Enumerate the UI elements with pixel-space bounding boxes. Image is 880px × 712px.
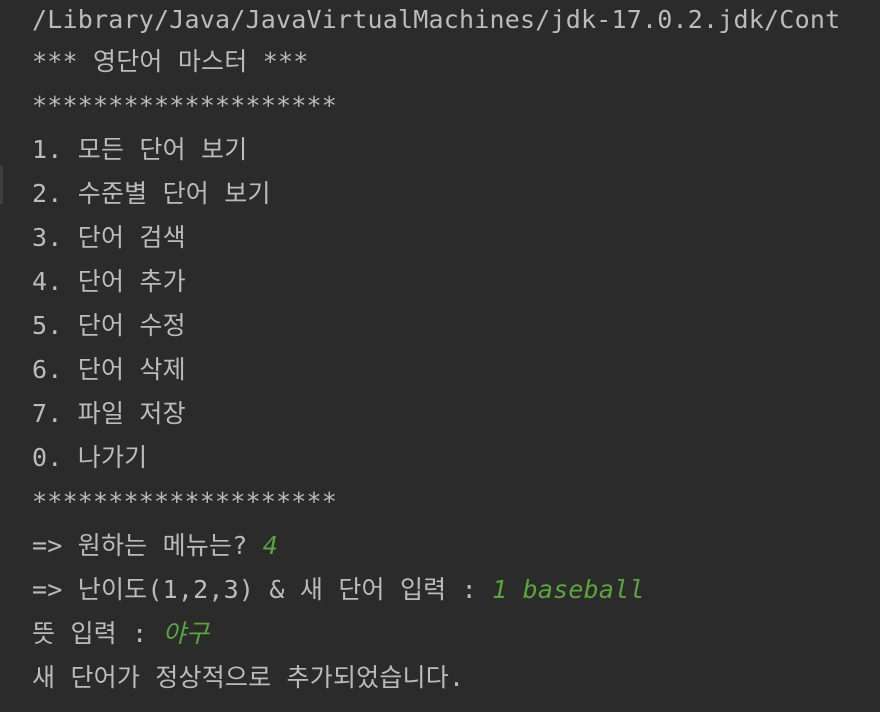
result-message: 새 단어가 정상적으로 추가되었습니다.: [32, 663, 465, 692]
word-prompt-line: => 난이도(1,2,3) & 새 단어 입력 : 1 baseball: [32, 568, 880, 612]
word-prompt-text: => 난이도(1,2,3) & 새 단어 입력 :: [32, 575, 493, 604]
meaning-input[interactable]: 야구: [163, 619, 209, 648]
menu-item-exit: 0. 나가기: [32, 443, 148, 472]
console-output: /Library/Java/JavaVirtualMachines/jdk-17…: [32, 0, 880, 700]
menu-item-view-by-level: 2. 수준별 단어 보기: [32, 179, 271, 208]
meaning-prompt-line: 뜻 입력 : 야구: [32, 612, 880, 656]
java-path-line: /Library/Java/JavaVirtualMachines/jdk-17…: [32, 5, 841, 34]
menu-item-save-file: 7. 파일 저장: [32, 399, 186, 428]
menu-item-edit: 5. 단어 수정: [32, 311, 186, 340]
app-title-line: *** 영단어 마스터 ***: [32, 47, 309, 76]
separator-bottom: ********************: [32, 487, 338, 516]
meaning-prompt-text: 뜻 입력 :: [32, 619, 163, 648]
menu-choice-input[interactable]: 4: [263, 531, 278, 560]
console-gutter-marker: [0, 166, 3, 204]
menu-item-search: 3. 단어 검색: [32, 223, 186, 252]
menu-item-add: 4. 단어 추가: [32, 267, 186, 296]
run-console[interactable]: /Library/Java/JavaVirtualMachines/jdk-17…: [0, 0, 880, 712]
menu-prompt-line: => 원하는 메뉴는? 4: [32, 524, 880, 568]
separator-top: ********************: [32, 91, 338, 120]
menu-prompt-text: => 원하는 메뉴는?: [32, 531, 263, 560]
menu-item-delete: 6. 단어 삭제: [32, 355, 186, 384]
word-input[interactable]: 1 baseball: [492, 575, 645, 604]
menu-item-view-all: 1. 모든 단어 보기: [32, 135, 248, 164]
